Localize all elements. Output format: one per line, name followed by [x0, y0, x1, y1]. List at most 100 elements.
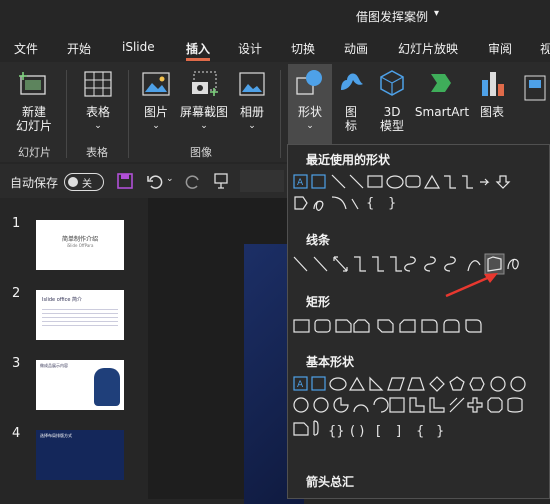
- slide-2-title: Islide office 简介: [42, 297, 83, 303]
- curved-arrow-icon[interactable]: [424, 256, 436, 272]
- more-button[interactable]: [522, 72, 550, 105]
- oval-icon[interactable]: [386, 175, 404, 189]
- trapezoid-icon[interactable]: [407, 377, 425, 391]
- round-same-side-rectangle-icon[interactable]: [443, 319, 460, 333]
- oval-icon[interactable]: [329, 377, 347, 391]
- decagon-icon[interactable]: [293, 397, 309, 413]
- parallelogram-icon[interactable]: [387, 377, 405, 391]
- plaque-icon[interactable]: [487, 397, 503, 413]
- chord-icon[interactable]: [353, 404, 369, 413]
- arc-icon[interactable]: [331, 196, 347, 210]
- l-shape-icon[interactable]: [429, 397, 445, 413]
- album-button[interactable]: 相册 ⌄: [232, 70, 272, 133]
- arrow-line-icon[interactable]: [313, 256, 328, 272]
- document-title[interactable]: 借图发挥案例: [356, 8, 428, 25]
- snip-same-side-rectangle-icon[interactable]: [353, 319, 370, 333]
- left-brace-icon[interactable]: {: [416, 424, 424, 439]
- new-slide-button[interactable]: 新建 幻灯片: [10, 70, 58, 133]
- elbow-double-arrow-icon[interactable]: [390, 256, 402, 272]
- triangle-icon[interactable]: [423, 174, 441, 189]
- curved-connector-icon[interactable]: [404, 256, 416, 272]
- diagonal-stripe-icon[interactable]: [449, 397, 465, 413]
- double-arrow-line-icon[interactable]: [333, 256, 348, 272]
- rounded-rectangle-icon[interactable]: [314, 319, 331, 333]
- tab-design[interactable]: 设计: [238, 40, 262, 57]
- table-button[interactable]: 表格 ⌄: [76, 70, 120, 133]
- brace-pair-icon[interactable]: {}: [328, 424, 345, 439]
- freeform-icon[interactable]: [294, 196, 308, 210]
- presenter-icon[interactable]: [212, 172, 230, 190]
- snip-corner-rectangle-icon[interactable]: [335, 319, 352, 333]
- right-triangle-icon[interactable]: [369, 376, 384, 391]
- bracket-pair-icon[interactable]: ( ): [350, 424, 364, 439]
- cube-icon[interactable]: [293, 422, 309, 436]
- line-icon[interactable]: [293, 256, 308, 272]
- smartart-button[interactable]: SmartArt: [414, 68, 470, 119]
- chart-button[interactable]: 图表: [472, 68, 512, 119]
- redo-icon[interactable]: [184, 172, 202, 190]
- 3d-model-button[interactable]: 3D 模型: [372, 68, 412, 133]
- picture-button[interactable]: 图片 ⌄: [136, 70, 176, 133]
- octagon-icon[interactable]: [510, 376, 526, 392]
- round-diagonal-rectangle-icon[interactable]: [465, 319, 482, 333]
- bracket-icon[interactable]: [313, 420, 319, 436]
- vertical-text-box-icon[interactable]: [311, 376, 326, 391]
- tab-review[interactable]: 审阅: [488, 40, 512, 57]
- tab-animations[interactable]: 动画: [344, 40, 368, 57]
- undo-icon[interactable]: [146, 172, 164, 190]
- snip-round-rectangle-icon[interactable]: [399, 319, 416, 333]
- hexagon-icon[interactable]: [469, 377, 485, 391]
- tab-view[interactable]: 视: [540, 40, 550, 57]
- can-icon[interactable]: [507, 397, 523, 413]
- rectangle-icon[interactable]: [367, 175, 383, 188]
- pie-icon[interactable]: [333, 397, 349, 413]
- frame-icon[interactable]: [389, 397, 405, 413]
- slide-thumbnail-1[interactable]: 简单制作介绍 iSlide OffPara: [36, 220, 124, 270]
- right-brace-icon[interactable]: }: [436, 424, 444, 439]
- tab-file[interactable]: 文件: [14, 40, 38, 57]
- triangle-icon[interactable]: [348, 376, 366, 391]
- curve-icon[interactable]: [351, 198, 359, 210]
- teardrop-icon[interactable]: [373, 397, 389, 413]
- rounded-rectangle-icon[interactable]: [405, 175, 421, 188]
- cross-icon[interactable]: [467, 397, 483, 413]
- save-icon[interactable]: [116, 172, 134, 190]
- round-single-corner-rectangle-icon[interactable]: [421, 319, 438, 333]
- line-icon[interactable]: [331, 174, 346, 189]
- slide-thumbnail-3[interactable]: 做成品展示内容: [36, 360, 124, 410]
- dodecagon-icon[interactable]: [313, 397, 329, 413]
- elbow-arrow-icon[interactable]: [372, 256, 384, 272]
- rectangle-icon[interactable]: [293, 319, 310, 333]
- left-brace-icon[interactable]: {: [366, 196, 374, 211]
- elbow-connector-icon[interactable]: [444, 175, 456, 189]
- left-bracket-icon[interactable]: [: [376, 424, 381, 439]
- down-arrow-icon[interactable]: [495, 175, 511, 189]
- elbow-arrow-icon[interactable]: [462, 175, 473, 189]
- slide-thumbnail-4[interactable]: 选择布局排版方式: [36, 430, 124, 480]
- heptagon-icon[interactable]: [490, 376, 506, 392]
- half-frame-icon[interactable]: [409, 397, 425, 413]
- scribble-icon[interactable]: [313, 200, 324, 211]
- tab-transitions[interactable]: 切换: [291, 40, 315, 57]
- slide-thumbnail-2[interactable]: Islide office 简介: [36, 290, 124, 340]
- pentagon-icon[interactable]: [449, 376, 465, 391]
- right-brace-icon[interactable]: }: [388, 196, 396, 211]
- snip-diagonal-rectangle-icon[interactable]: [377, 319, 394, 333]
- tab-insert[interactable]: 插入: [186, 40, 210, 57]
- qat-input[interactable]: [240, 170, 284, 192]
- tab-slideshow[interactable]: 幻灯片放映: [398, 40, 458, 57]
- arrow-line-icon[interactable]: [349, 174, 364, 189]
- chevron-down-icon[interactable]: ⌄: [166, 174, 174, 184]
- icons-button[interactable]: 图 标: [334, 68, 368, 133]
- autosave-toggle[interactable]: 关: [64, 173, 104, 191]
- shapes-button[interactable]: 形状 ⌄: [290, 68, 330, 133]
- diamond-icon[interactable]: [429, 376, 445, 392]
- vertical-text-box-icon[interactable]: [311, 174, 326, 189]
- tab-islide[interactable]: iSlide: [122, 40, 155, 54]
- chevron-down-icon[interactable]: ▾: [434, 8, 439, 19]
- right-arrow-icon[interactable]: [480, 178, 490, 186]
- screenshot-button[interactable]: 屏幕截图 ⌄: [178, 70, 230, 133]
- elbow-connector-icon[interactable]: [354, 256, 366, 272]
- right-bracket-icon[interactable]: ]: [396, 424, 401, 439]
- tab-home[interactable]: 开始: [67, 40, 91, 57]
